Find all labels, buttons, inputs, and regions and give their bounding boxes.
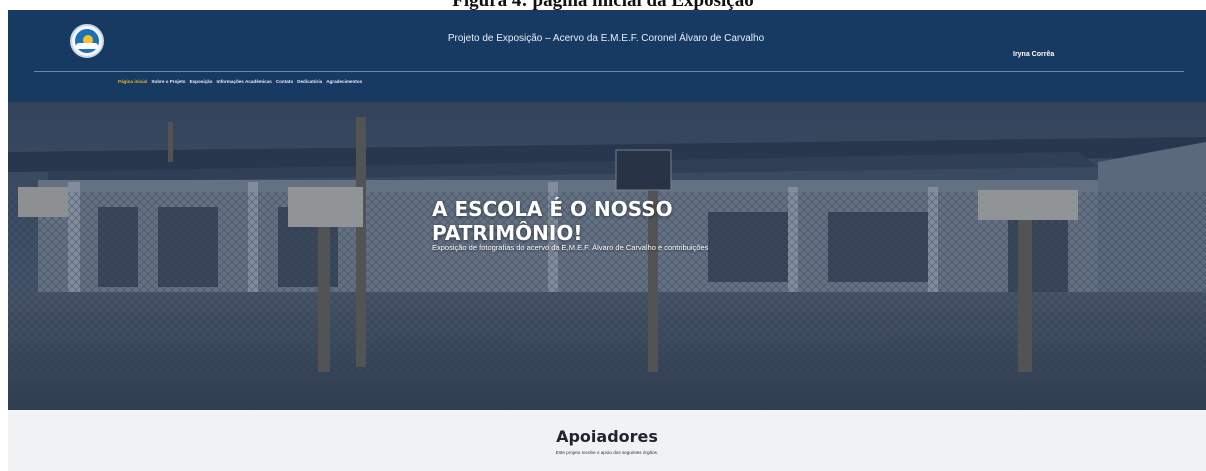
user-name[interactable]: Iryna Corrêa xyxy=(1013,51,1054,58)
nav-item-sobre-o-projeto[interactable]: Sobre o Projeto xyxy=(151,79,185,84)
supporters-title: Apoiadores xyxy=(556,427,658,446)
logo-wave xyxy=(76,43,98,49)
nav-item-agradecimentos[interactable]: Agradecimentos xyxy=(326,79,362,84)
blue-overlay xyxy=(8,102,1206,410)
supporters-subtitle: Este projeto recebe o apoio dos seguinte… xyxy=(555,450,659,455)
figure-caption-text: Figura 4: página inicial da Exposição xyxy=(0,0,1206,10)
hero-title-line2: PATRIMÔNIO! xyxy=(432,221,583,245)
school-logo-icon[interactable] xyxy=(70,24,104,58)
main-nav: Página inicial Sobre o Projeto Exposição… xyxy=(118,79,366,84)
hero-subtitle: Exposição de fotografias do acervo da E.… xyxy=(432,243,709,252)
site-title: Projeto de Exposição – Acervo da E.M.E.F… xyxy=(447,33,765,44)
nav-item-dedicatoria[interactable]: Dedicatória xyxy=(297,79,322,84)
site-header: Projeto de Exposição – Acervo da E.M.E.F… xyxy=(8,10,1206,102)
figure-caption: Figura 4: página inicial da Exposição xyxy=(0,0,1206,10)
hero-title-line1: A ESCOLA É O NOSSO xyxy=(432,197,673,221)
nav-item-informacoes-academicas[interactable]: Informações Acadêmicas xyxy=(217,79,272,84)
hero-background-photo xyxy=(8,102,1206,410)
supporters-section: Apoiadores Este projeto recebe o apoio d… xyxy=(8,410,1206,471)
nav-item-exposicao[interactable]: Exposição xyxy=(190,79,213,84)
hero-banner: A ESCOLA É O NOSSO PATRIMÔNIO! Exposição… xyxy=(8,102,1206,410)
header-divider xyxy=(34,71,1184,72)
nav-item-pagina-inicial[interactable]: Página inicial xyxy=(118,79,147,84)
hero-title: A ESCOLA É O NOSSO PATRIMÔNIO! xyxy=(432,197,732,245)
nav-item-contato[interactable]: Contato xyxy=(276,79,293,84)
